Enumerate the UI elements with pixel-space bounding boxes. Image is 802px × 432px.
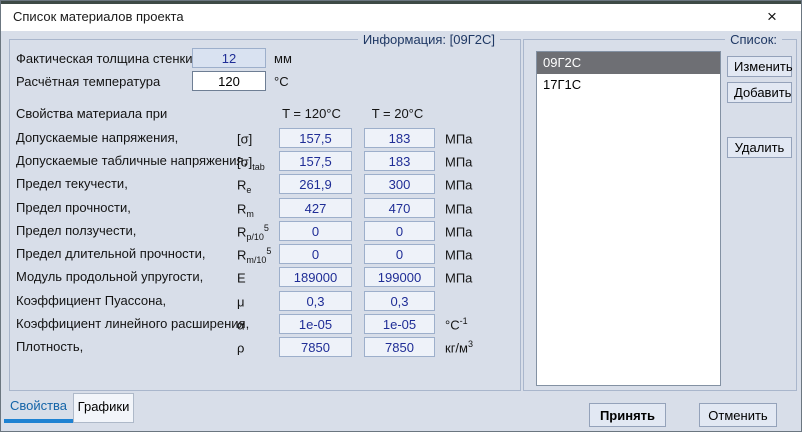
list-group-title: Список: [725,32,782,47]
unit-label: МПа [445,246,472,262]
property-label: Предел ползучести, [16,223,136,238]
unit-label: МПа [445,176,472,192]
value-t120-input[interactable] [279,198,352,218]
property-symbol: Re [237,176,251,195]
property-symbol: [σ]tab [237,153,265,172]
delete-button[interactable]: Удалить [727,137,792,158]
value-t20-input[interactable] [364,337,435,357]
property-label: Допускаемые напряжения, [16,130,178,145]
value-t120-input[interactable] [279,221,352,241]
value-t120-input[interactable] [279,174,352,194]
close-icon: × [767,7,777,26]
unit-label: кг/м3 [445,339,473,355]
property-symbol: Rp/105 [237,223,269,242]
property-row: Допускаемые табличные напряжения, [σ]tab… [10,151,520,172]
property-symbol: Rm [237,200,254,219]
unit-label: МПа [445,130,472,146]
value-t20-input[interactable] [364,244,435,264]
dialog-title: Список материалов проекта [13,9,184,24]
add-button[interactable]: Добавить [727,82,792,103]
thickness-unit: мм [274,51,292,66]
info-groupbox: Информация: [09Г2С] Фактическая толщина … [9,39,521,391]
property-row: Коэффициент линейного расширения, α °C-1 [10,314,520,335]
value-t120-input[interactable] [279,314,352,334]
property-label: Коэффициент линейного расширения, [16,316,249,331]
property-label: Предел длительной прочности, [16,246,206,261]
properties-header-label: Свойства материала при [16,106,167,121]
property-row: Предел текучести, Re МПа [10,174,520,195]
unit-label: МПа [445,200,472,216]
property-label: Допускаемые табличные напряжения, [16,153,247,168]
value-t120-input[interactable] [279,291,352,311]
value-t20-input[interactable] [364,314,435,334]
list-item-17g1s[interactable]: 17Г1С [537,74,720,96]
property-label: Коэффициент Пуассона, [16,293,166,308]
unit-label: МПа [445,223,472,239]
property-row: Плотность, ρ кг/м3 [10,337,520,358]
property-row: Коэффициент Пуассона, μ [10,291,520,312]
edit-button[interactable]: Изменить [727,56,792,77]
thickness-label: Фактическая толщина стенки [16,51,193,66]
temperature-label: Расчётная температура [16,74,160,89]
close-button[interactable]: × [749,4,795,31]
value-t20-input[interactable] [364,267,435,287]
property-row: Предел прочности, Rm МПа [10,198,520,219]
property-label: Предел текучести, [16,176,128,191]
property-row: Предел длительной прочности, Rm/105 МПа [10,244,520,265]
unit-label: °C-1 [445,316,468,332]
value-t120-input[interactable] [279,337,352,357]
cancel-button[interactable]: Отменить [699,403,777,427]
list-item-09g2s[interactable]: 09Г2С [537,52,720,74]
value-t20-input[interactable] [364,291,435,311]
value-t20-input[interactable] [364,198,435,218]
materials-dialog: Список материалов проекта × Информация: … [0,0,802,432]
column-header-t120: T = 120°C [275,106,348,121]
property-row: Допускаемые напряжения, [σ] МПа [10,128,520,149]
info-group-title: Информация: [09Г2С] [358,32,500,47]
title-bar: Список материалов проекта × [1,4,801,31]
value-t120-input[interactable] [279,128,352,148]
temperature-input[interactable] [192,71,266,91]
value-t120-input[interactable] [279,151,352,171]
property-symbol: E [237,269,246,288]
property-label: Предел прочности, [16,200,131,215]
value-t20-input[interactable] [364,128,435,148]
value-t20-input[interactable] [364,221,435,241]
list-groupbox: Список: 09Г2С 17Г1С Изменить Добавить Уд… [523,39,797,391]
value-t120-input[interactable] [279,267,352,287]
value-t20-input[interactable] [364,151,435,171]
value-t20-input[interactable] [364,174,435,194]
property-label: Модуль продольной упругости, [16,269,203,284]
column-header-t20: T = 20°C [362,106,433,121]
property-symbol: ρ [237,339,244,358]
property-symbol: α [237,316,245,335]
temperature-unit: °C [274,74,289,89]
accept-button[interactable]: Принять [589,403,666,427]
property-label: Плотность, [16,339,83,354]
value-t120-input[interactable] [279,244,352,264]
property-symbol: μ [237,293,245,312]
thickness-input[interactable] [192,48,266,68]
property-row: Модуль продольной упругости, E МПа [10,267,520,288]
tab-graphs[interactable]: Графики [73,393,134,423]
property-symbol: [σ] [237,130,252,149]
property-row: Предел ползучести, Rp/105 МПа [10,221,520,242]
property-symbol: Rm/105 [237,246,271,265]
tab-properties[interactable]: Свойства [4,393,73,423]
materials-listbox[interactable]: 09Г2С 17Г1С [536,51,721,386]
unit-label: МПа [445,153,472,169]
unit-label: МПа [445,269,472,285]
